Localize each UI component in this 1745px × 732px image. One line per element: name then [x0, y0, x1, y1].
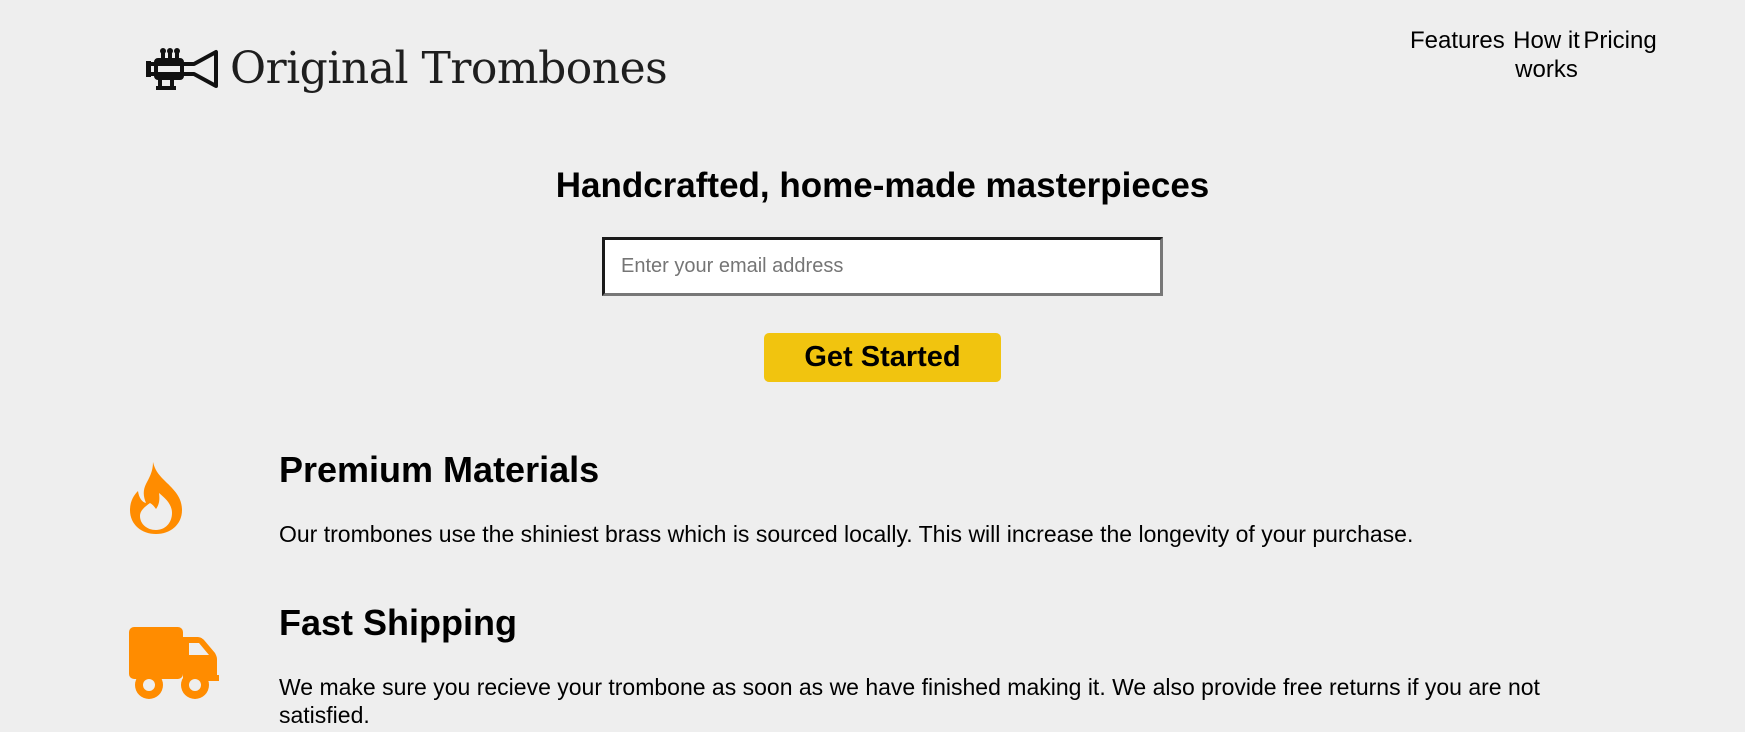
- nav-link-pricing[interactable]: Pricing: [1580, 26, 1660, 55]
- get-started-button[interactable]: Get Started: [764, 333, 1001, 382]
- site-header: Original Trombones Features How it works…: [0, 0, 1745, 130]
- fire-icon: [130, 462, 182, 534]
- hero-title: Handcrafted, home-made masterpieces: [555, 166, 1210, 205]
- feature-title: Fast Shipping: [279, 602, 517, 643]
- feature-title: Premium Materials: [279, 449, 600, 490]
- feature-description: Our trombones use the shiniest brass whi…: [279, 521, 1414, 547]
- trombone-icon: [146, 48, 218, 90]
- main-nav: Features How it works Pricing: [1410, 26, 1660, 84]
- brand-name: Original Trombones: [230, 43, 668, 94]
- truck-icon: [129, 627, 219, 699]
- email-input[interactable]: [602, 237, 1163, 296]
- feature-description: We make sure you recieve your trombone a…: [279, 674, 1540, 728]
- nav-link-features[interactable]: Features: [1410, 26, 1513, 55]
- nav-link-how-it-works[interactable]: How it works: [1513, 26, 1580, 84]
- brand-logo[interactable]: Original Trombones: [146, 43, 668, 94]
